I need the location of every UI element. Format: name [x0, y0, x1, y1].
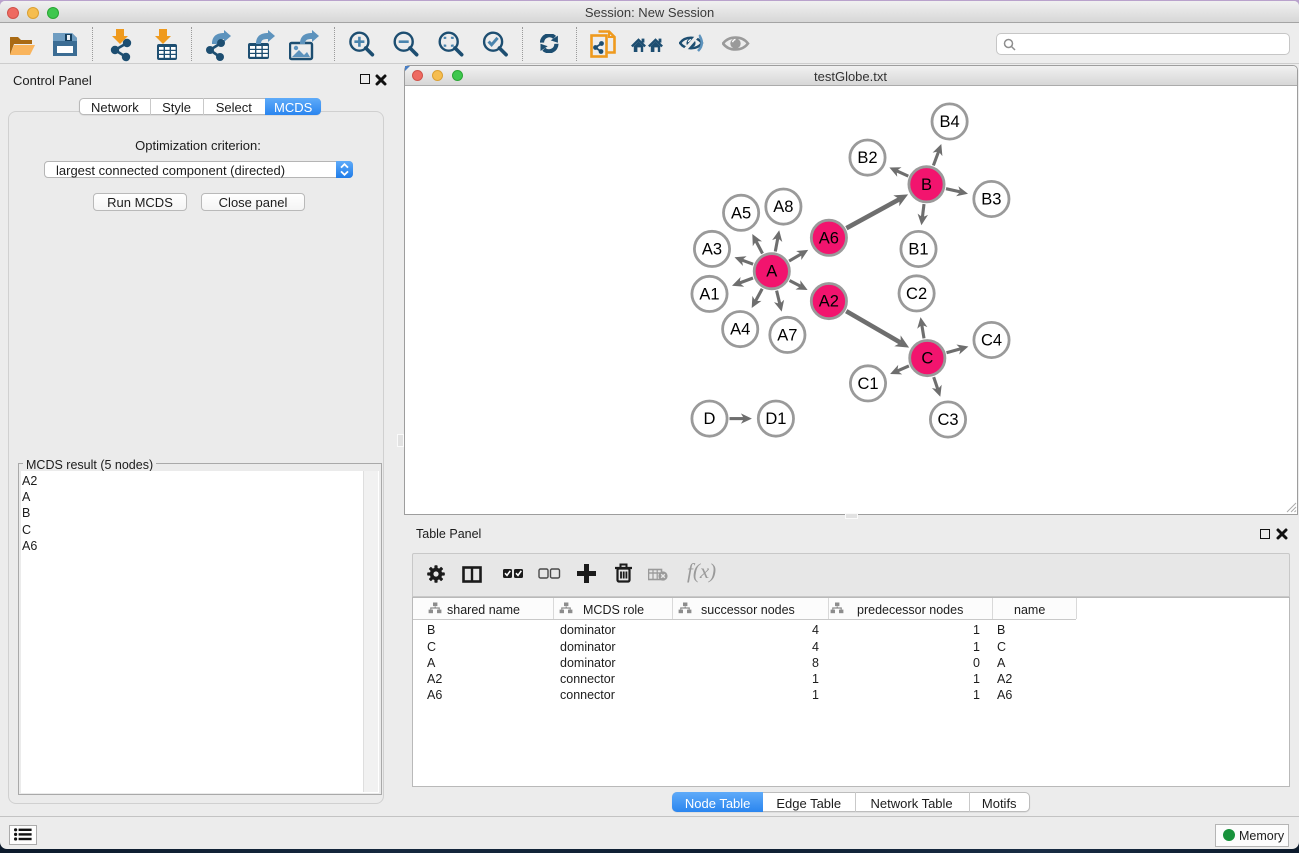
svg-text:A5: A5	[731, 204, 751, 222]
svg-text:C4: C4	[981, 332, 1002, 350]
svg-text:B1: B1	[908, 241, 928, 259]
svg-text:D1: D1	[765, 410, 786, 428]
svg-text:B4: B4	[940, 113, 960, 131]
svg-text:B2: B2	[857, 149, 877, 167]
svg-text:C1: C1	[857, 375, 878, 393]
svg-text:A1: A1	[699, 285, 719, 303]
svg-text:A8: A8	[773, 198, 793, 216]
svg-text:A6: A6	[819, 229, 839, 247]
svg-text:C3: C3	[937, 411, 958, 429]
svg-text:A2: A2	[819, 293, 839, 311]
svg-text:D: D	[704, 410, 716, 428]
svg-text:B: B	[921, 176, 932, 194]
svg-text:A: A	[766, 263, 777, 281]
svg-text:C2: C2	[906, 285, 927, 303]
svg-text:C: C	[921, 350, 933, 368]
svg-text:A3: A3	[702, 240, 722, 258]
svg-text:A7: A7	[777, 326, 797, 344]
svg-text:B3: B3	[981, 191, 1001, 209]
svg-text:A4: A4	[730, 321, 750, 339]
